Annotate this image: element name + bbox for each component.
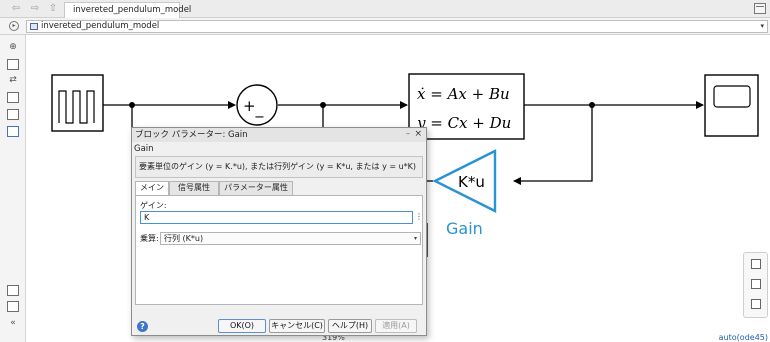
multiplication-label: 乗算: bbox=[140, 234, 159, 243]
fit-view-icon[interactable] bbox=[7, 59, 19, 70]
help-button[interactable]: ヘルプ(H) bbox=[328, 319, 372, 333]
hide-browser-icon[interactable]: ▸ bbox=[9, 21, 19, 31]
pulse-generator-block[interactable] bbox=[51, 74, 104, 132]
signal-line[interactable] bbox=[513, 105, 593, 185]
collapse-icon[interactable]: « bbox=[7, 318, 19, 329]
window-layout-icon[interactable] bbox=[754, 3, 766, 14]
model-icon bbox=[30, 23, 38, 30]
left-toolstrip: ⊕ ⇄ « bbox=[0, 35, 26, 342]
dialog-block-name: Gain bbox=[134, 144, 154, 154]
up-arrow-icon[interactable]: ⇧ bbox=[47, 3, 59, 15]
arrows-icon[interactable]: ⇄ bbox=[7, 75, 19, 86]
ok-button[interactable]: OK(O) bbox=[218, 319, 266, 333]
model-data-icon[interactable] bbox=[751, 279, 761, 289]
chevron-down-icon: ▾ bbox=[413, 235, 417, 242]
tab-body-main: ゲイン: K ⋮ 乗算: 行列 (K*u) ▾ bbox=[135, 195, 423, 305]
annotation-icon[interactable] bbox=[7, 109, 19, 120]
tab-bar: ⇦ ⇨ ⇧ invereted_pendulum_model bbox=[0, 0, 770, 18]
gain-label: ゲイン: bbox=[140, 201, 167, 210]
block-description: 要素単位のゲイン (y = K.*u), または行列ゲイン (y = K*u, … bbox=[135, 156, 423, 178]
image-icon[interactable] bbox=[7, 92, 19, 103]
cancel-button[interactable]: キャンセル(C) bbox=[269, 319, 325, 333]
multiplication-select[interactable]: 行列 (K*u) ▾ bbox=[160, 232, 421, 245]
minimize-icon[interactable]: – bbox=[406, 128, 410, 140]
sum-minus-sign: − bbox=[254, 110, 265, 125]
gain-block[interactable]: K*u bbox=[432, 149, 497, 213]
more-options-icon[interactable]: ⋮ bbox=[415, 211, 423, 224]
gain-input[interactable]: K bbox=[140, 211, 413, 224]
model-path-text: invereted_pendulum_model bbox=[41, 21, 160, 31]
model-browser-icon[interactable] bbox=[7, 301, 19, 312]
sum-block[interactable]: + − bbox=[236, 84, 278, 126]
multiplication-value: 行列 (K*u) bbox=[164, 234, 204, 243]
tab-main[interactable]: メイン bbox=[135, 181, 169, 196]
scope-block[interactable] bbox=[704, 74, 759, 137]
output-equation: y = Cx + Du bbox=[416, 114, 511, 132]
block-parameters-dialog: ブロック パラメーター: Gain – × Gain 要素単位のゲイン (y =… bbox=[131, 127, 427, 336]
dialog-titlebar[interactable]: ブロック パラメーター: Gain – × bbox=[132, 128, 426, 142]
state-equation: ẋ = Ax + Bu bbox=[417, 85, 510, 103]
close-icon[interactable]: × bbox=[414, 128, 422, 141]
solver-link[interactable]: auto(ode45) bbox=[719, 333, 768, 342]
gain-block-name[interactable]: Gain bbox=[446, 219, 483, 238]
zoom-icon[interactable]: ⊕ bbox=[7, 42, 19, 53]
chevron-down-icon[interactable]: ▾ bbox=[760, 21, 764, 32]
layout-icon[interactable] bbox=[751, 299, 761, 309]
box-icon[interactable] bbox=[7, 126, 19, 137]
tab-model[interactable]: invereted_pendulum_model bbox=[64, 2, 191, 18]
right-tool-panel bbox=[743, 252, 768, 318]
help-icon[interactable]: ? bbox=[137, 321, 148, 332]
apply-button[interactable]: 適用(A) bbox=[375, 319, 417, 333]
property-inspector-icon[interactable] bbox=[751, 259, 761, 269]
simulink-editor: ⇦ ⇨ ⇧ invereted_pendulum_model ▸ inveret… bbox=[0, 0, 770, 342]
model-path-field[interactable]: invereted_pendulum_model ▾ bbox=[26, 20, 768, 33]
dialog-title: ブロック パラメーター: Gain bbox=[135, 130, 248, 140]
tab-signal-attributes[interactable]: 信号属性 bbox=[169, 181, 219, 195]
gain-block-text: K*u bbox=[458, 173, 485, 191]
camera-icon[interactable] bbox=[7, 285, 19, 296]
back-arrow-icon[interactable]: ⇦ bbox=[10, 3, 22, 15]
forward-arrow-icon[interactable]: ⇨ bbox=[29, 3, 41, 15]
tab-parameter-attributes[interactable]: パラメーター属性 bbox=[219, 181, 293, 195]
address-bar: ▸ invereted_pendulum_model ▾ bbox=[0, 18, 770, 35]
